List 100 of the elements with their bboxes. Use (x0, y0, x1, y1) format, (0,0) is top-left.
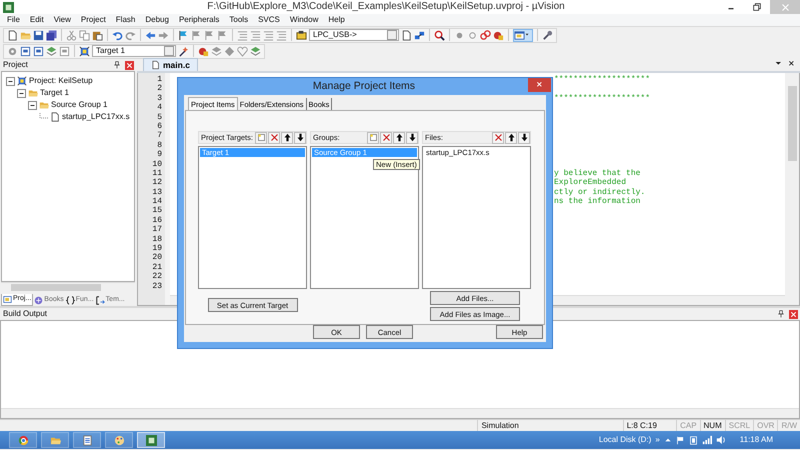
paste-icon[interactable] (92, 30, 103, 40)
file-icon (50, 112, 60, 122)
redo-icon[interactable] (125, 30, 136, 40)
menu-item[interactable]: SVCS (253, 15, 285, 25)
window-icon[interactable] (20, 46, 31, 56)
tree-item[interactable]: Source Group 1 (51, 100, 108, 110)
file-tab[interactable]: main.c (143, 58, 198, 71)
down-arrow-button[interactable] (406, 132, 418, 144)
palette-icon (114, 434, 124, 446)
lines-icon[interactable] (237, 30, 248, 40)
lines-icon[interactable] (276, 30, 287, 40)
window-icon[interactable] (33, 46, 44, 56)
new-button[interactable] (367, 132, 379, 144)
status-text: Simulation (481, 420, 519, 430)
panel-title: Project (3, 60, 28, 70)
drive-label[interactable]: Local Disk (D:) (598, 435, 652, 445)
cut-icon[interactable] (66, 30, 77, 40)
blocks-icon[interactable] (493, 30, 504, 40)
tree-item[interactable]: startup_LPC17xx.s (62, 112, 130, 122)
delete-button[interactable] (492, 132, 504, 144)
menu-item[interactable]: Edit (24, 15, 49, 25)
up-arrow-button[interactable] (393, 132, 405, 144)
menu-item[interactable]: View (48, 15, 76, 25)
target-icon[interactable] (79, 46, 90, 56)
layers-icon[interactable] (211, 46, 222, 56)
heart-icon[interactable] (237, 46, 248, 56)
delete-button[interactable] (380, 132, 392, 144)
down-arrow-button[interactable] (518, 132, 530, 144)
status-indicator: SCRL (728, 420, 750, 430)
speaker-icon[interactable] (716, 435, 726, 445)
menu-item[interactable]: Peripherals (174, 15, 224, 25)
menu-item[interactable]: Debug (140, 15, 174, 25)
pin-icon[interactable] (777, 310, 785, 318)
code-text: y believe that the (554, 168, 640, 178)
blocks-icon[interactable] (414, 30, 425, 40)
lines-icon[interactable] (263, 30, 274, 40)
copy-icon[interactable] (79, 30, 90, 40)
tree-item[interactable]: Target 1 (40, 88, 69, 98)
close-icon (536, 80, 544, 88)
rings-icon[interactable] (480, 30, 491, 40)
layers-icon[interactable] (250, 46, 261, 56)
down-arrow-icon (296, 133, 304, 142)
overflow-chevron[interactable]: » (655, 435, 660, 445)
new-button[interactable] (255, 132, 267, 144)
braces-icon (66, 296, 75, 304)
layers-icon[interactable] (46, 46, 57, 56)
target-dropdown[interactable]: Target 1 (92, 45, 176, 57)
scrollbar[interactable] (1, 408, 799, 418)
lines-icon[interactable] (250, 30, 261, 40)
collapse-icon[interactable] (28, 100, 37, 110)
document-icon[interactable] (401, 30, 412, 40)
up-arrow-icon[interactable] (664, 436, 672, 444)
wand-icon[interactable] (178, 46, 189, 56)
taskbar-button[interactable] (41, 432, 69, 448)
menu-item[interactable]: Tools (224, 15, 254, 25)
debug-adapter-dropdown[interactable]: LPC_USB-> (309, 29, 399, 41)
taskbar-button[interactable] (73, 432, 101, 448)
diamond-icon[interactable] (224, 46, 235, 56)
collapse-icon[interactable] (17, 88, 26, 98)
menu-item[interactable]: Flash (110, 15, 140, 25)
collapse-icon[interactable] (6, 76, 15, 86)
delete-button[interactable] (268, 132, 280, 144)
window-icon[interactable] (59, 46, 70, 56)
close-icon[interactable] (788, 60, 796, 68)
taskbar-button[interactable] (9, 432, 37, 448)
menu-item[interactable]: Project (76, 15, 111, 25)
signal-icon[interactable] (702, 435, 712, 445)
flag-icon[interactable] (178, 30, 189, 40)
search-icon[interactable] (434, 30, 445, 40)
chip-icon[interactable] (296, 30, 307, 40)
taskbar-button[interactable] (105, 432, 133, 448)
code-text: ctly or indirectly. (554, 188, 646, 197)
pin-icon[interactable] (113, 61, 121, 69)
scrollbar[interactable] (785, 73, 799, 305)
menu-item[interactable]: File (2, 15, 25, 25)
up-arrow-button[interactable] (505, 132, 517, 144)
view-dropdown[interactable] (513, 28, 533, 42)
line-number: 2 (156, 84, 162, 94)
project-icon (17, 76, 27, 86)
up-arrow-button[interactable] (281, 132, 293, 144)
save-all-icon[interactable] (46, 30, 57, 40)
menu-item[interactable]: Help (323, 15, 350, 25)
power-icon[interactable] (688, 436, 698, 444)
down-arrow-button[interactable] (294, 132, 306, 144)
restore-icon[interactable] (752, 2, 762, 12)
new-file-icon[interactable] (7, 30, 18, 40)
blocks-icon[interactable] (198, 46, 209, 56)
settings-icon[interactable] (542, 30, 553, 40)
taskbar-button[interactable] (137, 432, 165, 448)
ring-icon[interactable] (467, 30, 478, 40)
menu-item[interactable]: Window (284, 15, 324, 25)
back-icon[interactable] (145, 30, 156, 40)
forward-icon[interactable] (158, 30, 169, 40)
clock[interactable]: 11:18 AM (740, 435, 773, 445)
scrollbar[interactable] (1, 282, 135, 292)
save-icon[interactable] (33, 30, 44, 40)
tree-item[interactable]: Project: KeilSetup (29, 76, 93, 86)
gear-icon[interactable] (7, 46, 18, 56)
close-button[interactable] (528, 78, 551, 92)
undo-icon[interactable] (112, 30, 123, 40)
